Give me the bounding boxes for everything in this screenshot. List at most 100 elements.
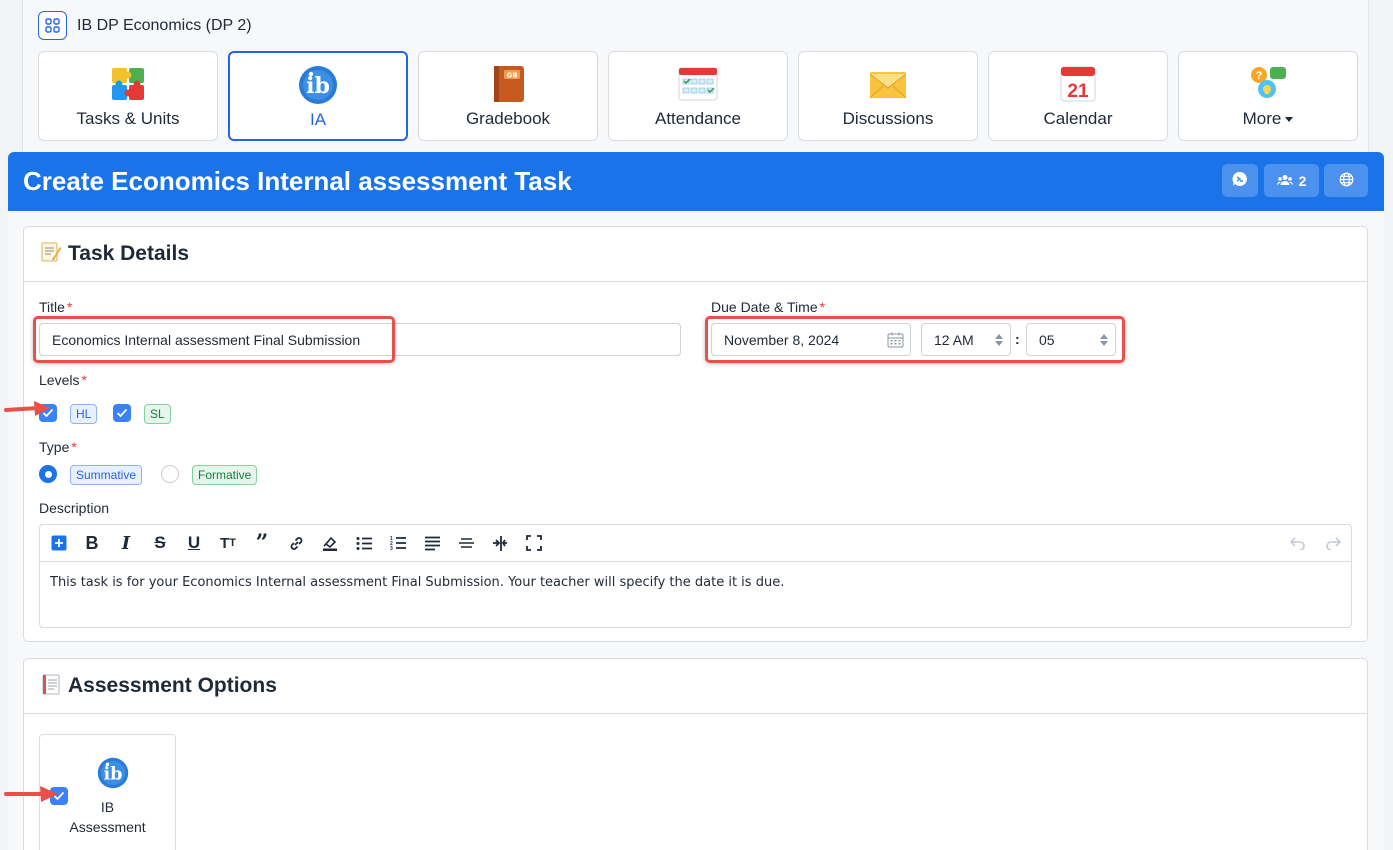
title-label: Title * (39, 299, 73, 315)
level-sl-checkbox[interactable] (113, 404, 131, 422)
description-label: Description (39, 500, 110, 516)
levels-label: Levels * (39, 372, 87, 388)
main-content: Task Details Title * Economics Internal a… (8, 211, 1384, 850)
tab-discussions[interactable]: Discussions (798, 51, 978, 141)
due-date-value: November 8, 2024 (724, 331, 840, 348)
hour-value: 12 AM (934, 331, 974, 348)
tab-gradebook[interactable]: GB Gradebook (418, 51, 598, 141)
course-title: IB DP Economics (DP 2) (77, 16, 252, 34)
strikethrough-icon[interactable]: S (150, 533, 170, 553)
grid-icon[interactable] (38, 11, 67, 40)
tab-label: Calendar (1043, 109, 1113, 128)
svg-text:ib: ib (306, 73, 330, 99)
section-header: Assessment Options (24, 659, 1367, 714)
hour-stepper[interactable]: 12 AM (921, 323, 1011, 356)
description-editor[interactable]: B I S U TT ” 123 This task is for your E… (39, 524, 1352, 628)
type-formative-radio[interactable] (161, 465, 179, 483)
tab-label: Attendance (654, 109, 741, 128)
level-hl-checkbox[interactable] (39, 404, 57, 422)
section-header: Task Details (24, 227, 1367, 282)
insert-icon[interactable] (49, 533, 69, 553)
redo-icon[interactable] (1323, 533, 1343, 553)
line-height-icon[interactable] (490, 533, 510, 553)
users-icon (1276, 173, 1293, 189)
course-nav-tiles: Tasks & Units ib IA GB Gradebook Attenda… (38, 51, 1358, 141)
type-formative-badge: Formative (192, 465, 258, 485)
help-bubbles-icon: ? (1248, 64, 1288, 104)
numbered-list-icon[interactable]: 123 (388, 533, 408, 553)
horizontal-rule-icon[interactable] (456, 533, 476, 553)
assessment-options-section: Assessment Options (23, 658, 1368, 850)
envelope-icon (868, 64, 908, 104)
puzzle-icon (108, 64, 148, 104)
spinner-arrows-icon[interactable] (992, 328, 1006, 352)
time-separator: : (1015, 331, 1020, 347)
members-count: 2 (1298, 172, 1307, 189)
align-icon[interactable] (422, 533, 442, 553)
type-summative-badge: Summative (70, 465, 143, 485)
section-title: Task Details (68, 242, 190, 265)
required-marker: * (81, 372, 87, 388)
tab-calendar[interactable]: 21 Calendar (988, 51, 1168, 141)
bullet-list-icon[interactable] (354, 533, 374, 553)
title-field[interactable]: Economics Internal assessment Final Subm… (39, 323, 681, 356)
level-hl-badge: HL (70, 404, 98, 424)
ib-assessment-option[interactable]: ib IB Assessment (39, 734, 176, 850)
level-sl-badge: SL (144, 404, 171, 424)
editor-toolbar: B I S U TT ” 123 (40, 525, 1351, 562)
svg-text:?: ? (1256, 70, 1263, 82)
ib-logo-icon: ib (298, 65, 338, 105)
tab-label: Gradebook (465, 109, 551, 128)
fullscreen-icon[interactable] (524, 533, 544, 553)
italic-icon[interactable]: I (116, 533, 136, 554)
tab-label: Discussions (842, 109, 934, 128)
ib-logo-icon: ib (97, 757, 129, 794)
gradebook-badge: GB (506, 72, 517, 80)
type-label: Type * (39, 439, 77, 455)
tab-more[interactable]: ? More (1178, 51, 1358, 141)
description-text[interactable]: This task is for your Economics Internal… (50, 575, 784, 590)
required-marker: * (66, 299, 73, 315)
tab-attendance[interactable]: Attendance (608, 51, 788, 141)
section-title: Assessment Options (68, 674, 277, 697)
spinner-arrows-icon[interactable] (1097, 328, 1111, 352)
ib-assessment-label: IB Assessment (69, 799, 146, 835)
required-marker: * (819, 299, 826, 315)
tab-ia[interactable]: ib IA (228, 51, 408, 141)
memo-icon (40, 241, 62, 268)
notebook-icon (40, 673, 62, 700)
svg-text:ib: ib (104, 763, 123, 784)
tab-label: IA (309, 110, 327, 129)
underline-icon[interactable]: U (184, 533, 204, 553)
link-icon[interactable] (286, 533, 306, 553)
undo-icon[interactable] (1288, 533, 1308, 553)
tab-more-label: More (1179, 109, 1357, 129)
required-marker: * (71, 439, 77, 455)
calendar-day: 21 (1067, 81, 1089, 102)
calendar-picker-icon[interactable] (887, 332, 904, 351)
gradebook-icon: GB (488, 64, 528, 104)
blockquote-icon[interactable]: ” (252, 530, 272, 556)
calendar-icon: 21 (1058, 64, 1098, 104)
svg-text:3: 3 (390, 546, 393, 551)
tab-label: Tasks & Units (76, 109, 180, 128)
highlight-color-icon[interactable] (320, 533, 340, 553)
minute-stepper[interactable]: 05 (1026, 323, 1116, 356)
bold-icon[interactable]: B (82, 533, 102, 553)
text-size-icon[interactable]: TT (218, 533, 238, 553)
tab-tasks-units[interactable]: Tasks & Units (38, 51, 218, 141)
chevron-down-icon (1285, 117, 1294, 123)
language-button[interactable] (1324, 164, 1368, 197)
page-header: Create Economics Internal assessment Tas… (8, 152, 1384, 211)
members-button[interactable]: 2 (1264, 164, 1319, 197)
chat-icon (1231, 170, 1249, 191)
page-title: Create Economics Internal assessment Tas… (23, 166, 572, 196)
minute-value: 05 (1039, 331, 1055, 348)
due-date-field[interactable]: November 8, 2024 (711, 323, 911, 356)
type-summative-radio[interactable] (39, 465, 57, 483)
due-date-label: Due Date & Time * (711, 299, 826, 315)
globe-icon (1339, 172, 1354, 190)
attendance-icon (678, 64, 718, 104)
chat-button[interactable] (1222, 164, 1258, 197)
course-header: IB DP Economics (DP 2) (38, 11, 252, 40)
